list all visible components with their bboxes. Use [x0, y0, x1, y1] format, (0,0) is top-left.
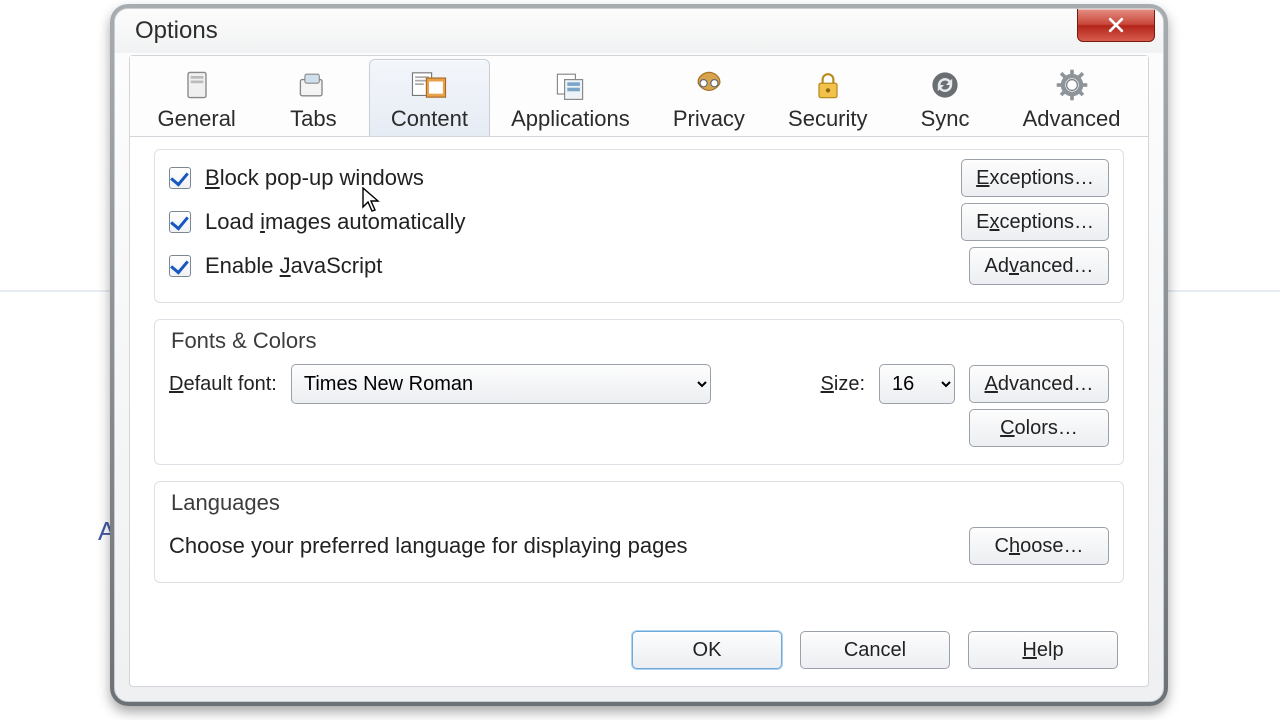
section-title: Languages [171, 490, 1109, 516]
enable-js-checkbox[interactable] [169, 255, 191, 277]
window-title: Options [135, 17, 1077, 45]
tab-label: Security [777, 106, 878, 132]
security-icon [777, 66, 878, 104]
dialog-frame: Options General [114, 8, 1164, 702]
tab-content[interactable]: Content [369, 59, 489, 136]
tab-strip: General Tabs Content [130, 56, 1148, 137]
titlebar: Options [115, 9, 1163, 53]
content-panel: Block pop-up windows Exceptions… Load im… [130, 137, 1148, 583]
close-icon [1106, 15, 1126, 35]
section-web-features: Block pop-up windows Exceptions… Load im… [154, 149, 1124, 303]
tab-security[interactable]: Security [766, 59, 889, 136]
fonts-advanced-button[interactable]: Advanced… [969, 365, 1109, 403]
sync-icon [900, 66, 990, 104]
load-images-label: Load images automatically [205, 209, 947, 235]
applications-icon [501, 66, 641, 104]
row-languages: Choose your preferred language for displ… [169, 524, 1109, 568]
content-icon [380, 66, 478, 104]
load-images-exceptions-button[interactable]: Exceptions… [961, 203, 1109, 241]
row-colors: Colors… [169, 406, 1109, 450]
section-title: Fonts & Colors [171, 328, 1109, 354]
section-fonts-colors: Fonts & Colors Default font: Times New R… [154, 319, 1124, 465]
enable-js-label: Enable JavaScript [205, 253, 955, 279]
default-font-select[interactable]: Times New Roman [291, 364, 711, 404]
colors-button[interactable]: Colors… [969, 409, 1109, 447]
font-size-select[interactable]: 16 [879, 364, 955, 404]
enable-js-advanced-button[interactable]: Advanced… [969, 247, 1109, 285]
tab-label: Tabs [268, 106, 358, 132]
row-block-popups: Block pop-up windows Exceptions… [169, 156, 1109, 200]
close-button[interactable] [1077, 8, 1155, 42]
tab-label: Applications [501, 106, 641, 132]
cancel-button[interactable]: Cancel [800, 631, 950, 669]
tab-applications[interactable]: Applications [490, 59, 652, 136]
tab-label: Advanced [1012, 106, 1131, 132]
client-area: General Tabs Content [129, 55, 1149, 687]
size-label: Size: [821, 373, 865, 396]
privacy-icon [662, 66, 755, 104]
default-font-label: Default font: [169, 373, 277, 396]
choose-language-button[interactable]: Choose… [969, 527, 1109, 565]
block-popups-checkbox[interactable] [169, 167, 191, 189]
dialog-footer: OK Cancel Help [130, 614, 1148, 686]
row-default-font: Default font: Times New Roman Size: 16 [169, 362, 1109, 406]
gear-icon [1012, 66, 1131, 104]
block-popups-exceptions-button[interactable]: Exceptions… [961, 159, 1109, 197]
tab-sync[interactable]: Sync [889, 59, 1001, 136]
tabs-icon [268, 66, 358, 104]
row-load-images: Load images automatically Exceptions… [169, 200, 1109, 244]
section-languages: Languages Choose your preferred language… [154, 481, 1124, 583]
tab-label: Content [380, 106, 478, 132]
load-images-checkbox[interactable] [169, 211, 191, 233]
languages-desc: Choose your preferred language for displ… [169, 533, 955, 559]
tab-privacy[interactable]: Privacy [651, 59, 766, 136]
tab-tabs[interactable]: Tabs [257, 59, 369, 136]
ok-button[interactable]: OK [632, 631, 782, 669]
tab-advanced[interactable]: Advanced [1001, 59, 1142, 136]
tab-label: Sync [900, 106, 990, 132]
block-popups-label: Block pop-up windows [205, 165, 947, 191]
tab-general[interactable]: General [136, 59, 257, 136]
tab-label: Privacy [662, 106, 755, 132]
help-button[interactable]: Help [968, 631, 1118, 669]
row-enable-js: Enable JavaScript Advanced… [169, 244, 1109, 288]
general-icon [147, 66, 246, 104]
tab-label: General [147, 106, 246, 132]
options-dialog: Options General [110, 4, 1168, 706]
